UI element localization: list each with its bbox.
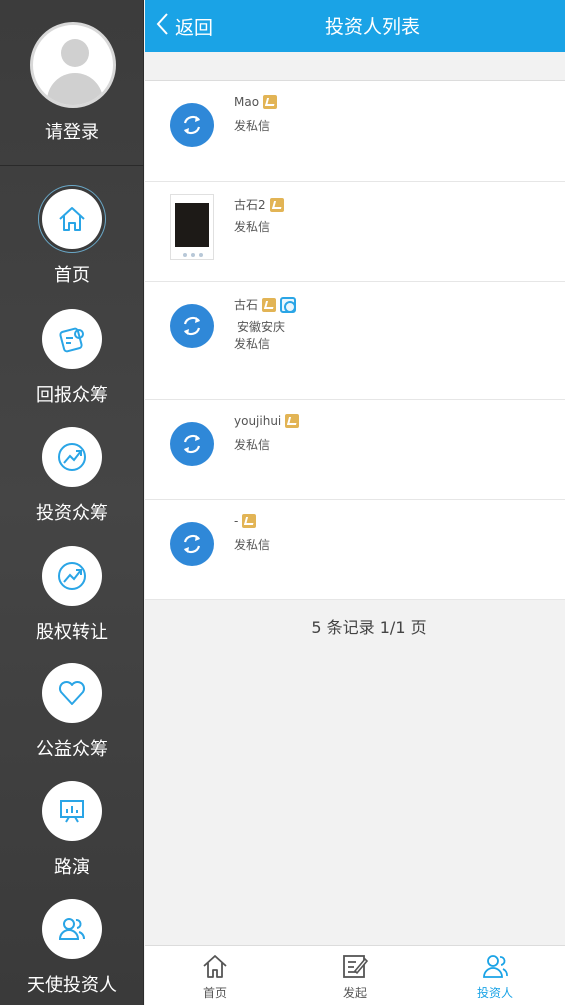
equity-transfer-icon: [42, 546, 102, 606]
avatar[interactable]: [30, 22, 116, 108]
sidebar-item-investment-crowdfunding[interactable]: 投资众筹: [0, 427, 144, 543]
verified-badge-icon: [285, 414, 300, 428]
sidebar: 请登录 首页 回报众筹 投资众筹 股权转让 公益众筹 路演 天使投资人: [0, 0, 144, 1005]
refresh-icon: [170, 422, 214, 466]
back-button[interactable]: 返回: [155, 10, 213, 42]
bottom-tab-bar: 首页 发起 投资人: [145, 945, 565, 1005]
sidebar-item-charity-crowdfunding[interactable]: 公益众筹: [0, 663, 144, 779]
tab-home[interactable]: 首页: [145, 946, 285, 1005]
verified-badge-icon: [269, 197, 284, 212]
sidebar-item-roadshow[interactable]: 路演: [0, 781, 144, 897]
tab-label: 首页: [202, 986, 227, 1000]
sidebar-item-label: 首页: [54, 265, 90, 286]
investors-icon: [481, 952, 509, 980]
sidebar-item-home[interactable]: 首页: [0, 189, 144, 305]
home-icon: [201, 952, 229, 980]
certified-badge-icon: [280, 296, 297, 313]
investor-list: Mao 发私信 古石2 发私信 古石 安徽安庆 发私信 youjihui 发私信…: [145, 80, 565, 600]
list-item[interactable]: youjihui 发私信: [145, 400, 565, 500]
verified-badge-icon: [262, 297, 277, 312]
back-label: 返回: [175, 16, 214, 39]
sidebar-item-label: 公益众筹: [36, 739, 108, 760]
sidebar-item-label: 回报众筹: [36, 385, 108, 406]
sidebar-item-angel-investor[interactable]: 天使投资人: [0, 899, 144, 1005]
page-title: 投资人列表: [325, 16, 421, 38]
sidebar-item-label: 投资众筹: [36, 503, 108, 524]
sidebar-item-equity-transfer[interactable]: 股权转让: [0, 546, 144, 662]
sidebar-item-label: 天使投资人: [27, 975, 117, 996]
login-label[interactable]: 请登录: [0, 118, 144, 144]
edit-icon: [341, 952, 369, 980]
send-message-link[interactable]: 发私信: [234, 536, 270, 553]
return-crowdfunding-icon: [42, 309, 102, 369]
investor-name: 古石2: [234, 196, 284, 213]
send-message-link[interactable]: 发私信: [234, 218, 270, 235]
verified-badge-icon: [263, 95, 278, 109]
list-item[interactable]: 古石2 发私信: [145, 182, 565, 282]
refresh-icon: [170, 522, 214, 566]
tab-label: 投资人: [476, 986, 513, 1000]
investor-photo: [170, 194, 214, 260]
list-item[interactable]: 古石 安徽安庆 发私信: [145, 282, 565, 400]
list-item[interactable]: - 发私信: [145, 500, 565, 600]
investor-name: 古石: [234, 296, 297, 313]
list-item[interactable]: Mao 发私信: [145, 81, 565, 182]
login-block[interactable]: 请登录: [0, 0, 144, 166]
refresh-icon: [170, 304, 214, 348]
angel-investor-icon: [42, 899, 102, 959]
investor-name: youjihui: [234, 414, 300, 428]
heart-icon: [42, 663, 102, 723]
tab-investors[interactable]: 投资人: [425, 946, 565, 1005]
sidebar-item-label: 股权转让: [36, 622, 108, 643]
home-icon: [42, 189, 102, 249]
sidebar-item-return-crowdfunding[interactable]: 回报众筹: [0, 309, 144, 425]
pagination-summary: 5 条记录 1/1 页: [311, 618, 427, 637]
send-message-link[interactable]: 发私信: [234, 117, 270, 134]
investor-location: 安徽安庆: [237, 320, 286, 334]
send-message-link[interactable]: 发私信: [234, 335, 270, 352]
chevron-left-icon: [155, 12, 169, 40]
tab-create[interactable]: 发起: [285, 946, 425, 1005]
refresh-icon: [170, 103, 214, 147]
roadshow-icon: [42, 781, 102, 841]
investment-crowdfunding-icon: [42, 427, 102, 487]
investor-name: -: [234, 514, 257, 528]
top-bar: 返回 投资人列表: [145, 0, 565, 52]
main-content: 返回 投资人列表 Mao 发私信 古石2 发私信 古石 安徽安庆 发私信 you…: [145, 0, 565, 1005]
tab-label: 发起: [342, 986, 367, 1000]
send-message-link[interactable]: 发私信: [234, 436, 270, 453]
sidebar-item-label: 路演: [54, 857, 90, 878]
investor-name: Mao: [234, 95, 278, 109]
verified-badge-icon: [242, 514, 257, 528]
